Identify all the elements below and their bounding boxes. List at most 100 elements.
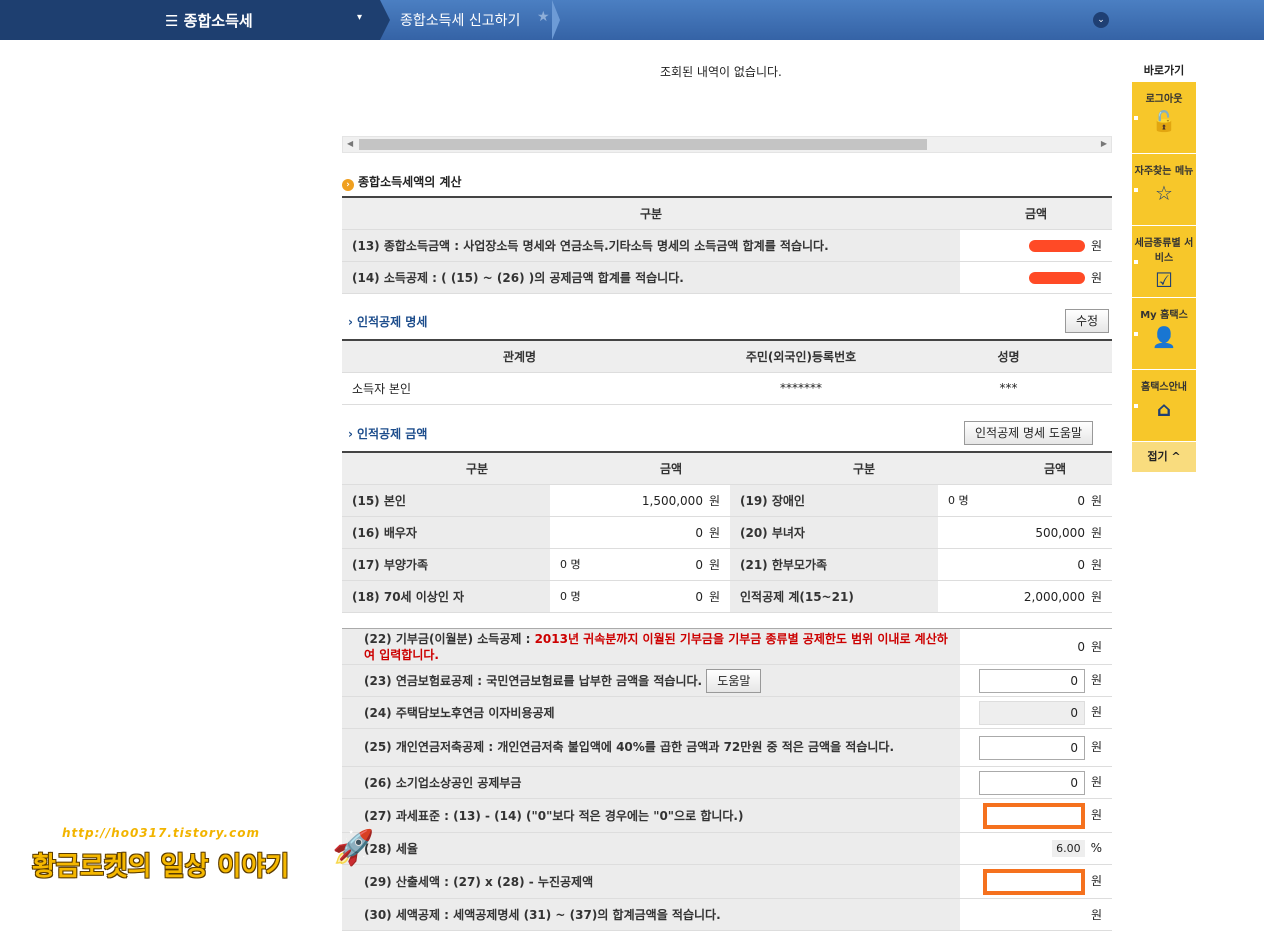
col-header: 금액	[998, 452, 1112, 485]
breadcrumb[interactable]: 종합소득세 신고하기	[400, 10, 520, 30]
row-label: (24) 주택담보노후연금 이자비용공제	[342, 696, 960, 729]
table-row: (14) 소득공제 : ( (15) ~ (26) )의 공제금액 합계를 적습…	[342, 261, 1112, 294]
scroll-thumb[interactable]	[359, 139, 927, 150]
amount-cell: 원	[960, 261, 1112, 294]
personal-amount-table: 구분 금액 구분 금액 (15) 본인 1,500,000 원 (19) 장애인 …	[342, 451, 1112, 613]
table-row: (22) 기부금(이월분) 소득공제 : 2013년 귀속분까지 이월된 기부금…	[342, 628, 1112, 665]
table-row: (23) 연금보험료공제 : 국민연금보험료를 납부한 금액을 적습니다. 도움…	[342, 664, 1112, 697]
small-business-input[interactable]: 0	[978, 770, 1085, 795]
count-cell: 0 명	[550, 580, 612, 613]
row-label: (20) 부녀자	[730, 516, 938, 549]
scroll-right-icon[interactable]: ▶	[1101, 139, 1107, 148]
chevron-down-icon: ▾	[357, 12, 363, 23]
redacted-value	[1028, 272, 1085, 284]
top-nav-bar: ☰ 종합소득세 ▾ 종합소득세 신고하기 ★ ⌄	[0, 0, 1264, 40]
watermark-title: 황금로켓의 일상 이야기	[32, 852, 290, 882]
sidebar-header: 바로가기	[1143, 64, 1185, 77]
pension-savings-input[interactable]: 0	[978, 735, 1085, 760]
horizontal-scrollbar[interactable]: ◀ ▶	[342, 136, 1112, 153]
col-header: 금액	[960, 197, 1112, 230]
amount-cell: 0원	[960, 728, 1112, 767]
sidebar-item-my-hometax[interactable]: My 홈택스 👤	[1132, 298, 1196, 370]
menu-dropdown[interactable]: ☰ 종합소득세 ▾	[0, 0, 380, 40]
sidebar-item-logout[interactable]: 로그아웃 🔓	[1132, 82, 1196, 154]
table-row: (17) 부양가족 0 명 0원 (21) 한부모가족 0원	[342, 548, 1112, 581]
row-label: (19) 장애인	[730, 484, 938, 517]
amount-cell: 0원	[998, 548, 1112, 581]
amount-cell: 0원	[612, 516, 730, 549]
name-cell: ***	[905, 372, 1112, 405]
mortgage-input: 0	[978, 700, 1085, 725]
star-icon: ☆	[1155, 181, 1173, 205]
redacted-value	[1028, 240, 1085, 252]
col-header: 구분	[342, 452, 612, 485]
row-label: (17) 부양가족	[342, 548, 550, 581]
pension-input[interactable]: 0	[978, 668, 1085, 693]
amount-cell: 원	[960, 798, 1112, 833]
col-header: 성명	[905, 340, 1112, 373]
amount-cell: 0원	[960, 766, 1112, 799]
amount-cell: 원	[960, 229, 1112, 262]
tax-base-highlight	[982, 802, 1085, 829]
col-header: 금액	[612, 452, 730, 485]
checkbox-icon: ☑	[1155, 268, 1173, 292]
table-row: (27) 과세표준 : (13) - (14) ("0"보다 적은 경우에는 "…	[342, 798, 1112, 833]
lock-icon: 🔓	[1151, 109, 1177, 133]
sidebar-item-tax-services[interactable]: 세금종류별 서비스 ☑	[1132, 226, 1196, 298]
row-label: (22) 기부금(이월분) 소득공제 : 2013년 귀속분까지 이월된 기부금…	[342, 628, 960, 665]
id-cell: *******	[697, 372, 905, 405]
sidebar-fold-button[interactable]: 접기 ^	[1132, 442, 1196, 472]
table-row: (25) 개인연금저축공제 : 개인연금저축 불입액에 40%를 곱한 금액과 …	[342, 728, 1112, 767]
personal-help-button[interactable]: 인적공제 명세 도움말	[964, 421, 1093, 445]
row-label: (25) 개인연금저축공제 : 개인연금저축 불입액에 40%를 곱한 금액과 …	[342, 728, 960, 767]
row-label: (28) 세율	[342, 832, 960, 865]
row-label: (18) 70세 이상인 자	[342, 580, 550, 613]
count-cell: 0 명	[550, 548, 612, 581]
row-label: (13) 종합소득금액 : 사업장소득 명세와 연금소득.기타소득 명세의 소득…	[342, 229, 960, 262]
star-icon[interactable]: ★	[537, 9, 550, 25]
row-label: (23) 연금보험료공제 : 국민연금보험료를 납부한 금액을 적습니다. 도움…	[342, 664, 960, 697]
table-row: 소득자 본인 ******* ***	[342, 372, 1112, 405]
table-row: (13) 종합소득금액 : 사업장소득 명세와 연금소득.기타소득 명세의 소득…	[342, 229, 1112, 262]
table-row: (18) 70세 이상인 자 0 명 0원 인적공제 계(15~21) 2,00…	[342, 580, 1112, 613]
bullet-icon: ›	[342, 179, 354, 191]
table-row: (30) 세액공제 : 세액공제명세 (31) ~ (37)의 합계금액을 적습…	[342, 898, 1112, 931]
scroll-left-icon[interactable]: ◀	[347, 139, 353, 148]
amount-cell: 1,500,000 원	[612, 484, 730, 517]
amount-cell: 원	[960, 864, 1112, 899]
row-label: (29) 산출세액 : (27) x (28) - 누진공제액	[342, 864, 960, 899]
amount-cell: 0원	[960, 664, 1112, 697]
breadcrumb-separator	[380, 0, 390, 40]
table-row: (24) 주택담보노후연금 이자비용공제 0원	[342, 696, 1112, 729]
home-icon: ⌂	[1156, 397, 1172, 421]
deduction-table: (22) 기부금(이월분) 소득공제 : 2013년 귀속분까지 이월된 기부금…	[342, 628, 1112, 931]
count-cell: 0 명	[938, 484, 998, 517]
col-header: 관계명	[342, 340, 697, 373]
amount-cell: 6.00%	[960, 832, 1112, 865]
amount-cell: 0원	[612, 548, 730, 581]
table-row: (15) 본인 1,500,000 원 (19) 장애인 0 명 0원	[342, 484, 1112, 517]
personal-detail-table: 관계명 주민(외국인)등록번호 성명 소득자 본인 ******* ***	[342, 339, 1112, 405]
count-cell	[550, 484, 612, 517]
amount-cell: 0원	[960, 628, 1112, 665]
col-header: 구분	[730, 452, 998, 485]
expand-chevron-icon[interactable]: ⌄	[1093, 12, 1109, 28]
pension-help-button[interactable]: 도움말	[706, 668, 762, 693]
quick-links-sidebar: 바로가기 로그아웃 🔓 자주찾는 메뉴 ☆ 세금종류별 서비스 ☑ My 홈택스 👤 홈…	[1132, 62, 1196, 472]
row-label: (27) 과세표준 : (13) - (14) ("0"보다 적은 경우에는 "…	[342, 798, 960, 833]
edit-button[interactable]: 수정	[1065, 309, 1110, 333]
amount-cell: 2,000,000 원	[998, 580, 1112, 613]
relation-cell: 소득자 본인	[342, 372, 697, 405]
row-label: (21) 한부모가족	[730, 548, 938, 581]
row-label: (16) 배우자	[342, 516, 550, 549]
sidebar-item-favorites[interactable]: 자주찾는 메뉴 ☆	[1132, 154, 1196, 226]
personal-detail-title: › 인적공제 명세	[348, 315, 428, 329]
table-row: (16) 배우자 0원 (20) 부녀자 500,000 원	[342, 516, 1112, 549]
table-row: (26) 소기업소상공인 공제부금 0원	[342, 766, 1112, 799]
income-table: 구분 금액 (13) 종합소득금액 : 사업장소득 명세와 연금소득.기타소득 …	[342, 196, 1112, 294]
sidebar-item-guide[interactable]: 홈택스안내 ⌂	[1132, 370, 1196, 442]
amount-cell: 500,000 원	[998, 516, 1112, 549]
menu-label: ☰ 종합소득세	[165, 12, 253, 30]
personal-amount-title: › 인적공제 금액	[348, 427, 428, 441]
count-cell	[938, 516, 998, 549]
